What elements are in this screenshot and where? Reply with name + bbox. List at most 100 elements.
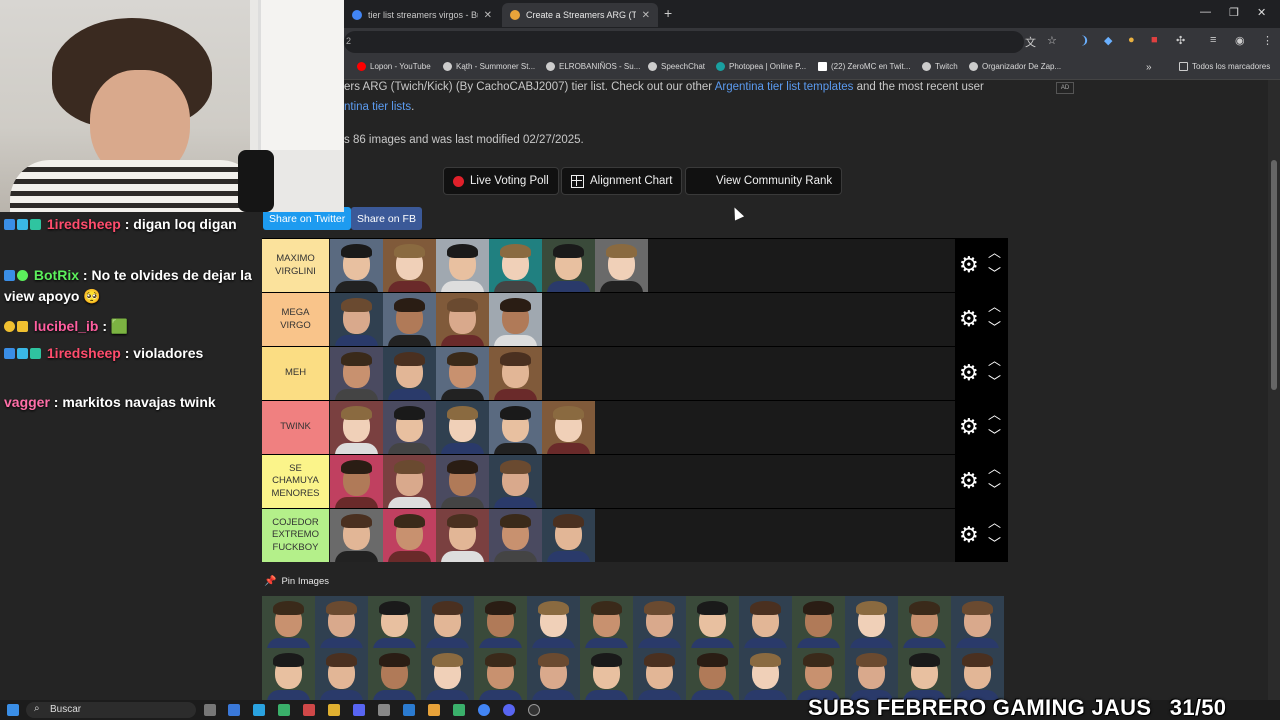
extension-icon[interactable]: ◆: [1104, 34, 1112, 47]
streamer-image[interactable]: [436, 239, 489, 292]
settings-gear-icon[interactable]: ⚙: [959, 254, 979, 276]
alignment-chart-button[interactable]: Alignment Chart: [561, 167, 683, 195]
menu-icon[interactable]: ⋮: [1262, 34, 1273, 47]
chrome-icon[interactable]: [478, 704, 490, 716]
profile-avatar-icon[interactable]: ◉: [1235, 34, 1245, 47]
app-icon[interactable]: [228, 704, 240, 716]
scrollbar-thumb[interactable]: [1271, 160, 1277, 390]
more-bookmarks-icon[interactable]: »: [1146, 62, 1152, 73]
extensions-puzzle-icon[interactable]: ✣: [1176, 34, 1185, 47]
media-icon[interactable]: ≡: [1210, 34, 1216, 46]
settings-gear-icon[interactable]: ⚙: [959, 308, 979, 330]
view-community-rank-button[interactable]: View Community Rank: [685, 167, 843, 195]
streamer-image[interactable]: [633, 648, 686, 700]
streamer-image[interactable]: [542, 401, 595, 454]
streamer-image[interactable]: [792, 596, 845, 648]
page-scrollbar[interactable]: [1268, 80, 1280, 700]
move-up-icon[interactable]: ︿: [988, 516, 1001, 529]
tier-label[interactable]: COJEDOR EXTREMO FUCKBOY: [262, 509, 329, 562]
extension-icon[interactable]: ●: [1128, 34, 1135, 46]
move-down-icon[interactable]: ﹀: [988, 321, 1001, 334]
tier-label[interactable]: MAXIMO VIRGLINI: [262, 239, 329, 292]
streamer-image[interactable]: [595, 239, 648, 292]
bookmark-star-icon[interactable]: ☆: [1047, 34, 1057, 47]
move-up-icon[interactable]: ︿: [988, 408, 1001, 421]
obs-icon[interactable]: [528, 704, 540, 716]
app-icon[interactable]: [403, 704, 415, 716]
streamer-image[interactable]: [489, 401, 542, 454]
app-icon[interactable]: [328, 704, 340, 716]
pin-images-toggle[interactable]: 📌 Pin Images: [264, 576, 329, 587]
move-up-icon[interactable]: ︿: [988, 246, 1001, 259]
streamer-image[interactable]: [580, 596, 633, 648]
streamer-image[interactable]: [739, 648, 792, 700]
streamer-image[interactable]: [686, 648, 739, 700]
app-icon[interactable]: [253, 704, 265, 716]
streamer-image[interactable]: [262, 648, 315, 700]
streamer-image[interactable]: [739, 596, 792, 648]
streamer-image[interactable]: [489, 509, 542, 562]
move-down-icon[interactable]: ﹀: [988, 429, 1001, 442]
app-icon[interactable]: [303, 704, 315, 716]
app-icon[interactable]: [453, 704, 465, 716]
bookmark-item[interactable]: (22) ZeroMC en Twit...: [818, 62, 910, 71]
move-down-icon[interactable]: ﹀: [988, 267, 1001, 280]
translate-icon[interactable]: 文: [1025, 34, 1036, 50]
streamer-image[interactable]: [315, 596, 368, 648]
address-bar[interactable]: 2: [344, 31, 1024, 53]
streamer-image[interactable]: [383, 239, 436, 292]
bookmark-item[interactable]: Photopea | Online P...: [716, 62, 806, 71]
streamer-image[interactable]: [436, 455, 489, 508]
settings-gear-icon[interactable]: ⚙: [959, 362, 979, 384]
streamer-image[interactable]: [330, 347, 383, 400]
app-icon[interactable]: [278, 704, 290, 716]
bookmark-item[interactable]: Twitch: [922, 62, 958, 71]
streamer-image[interactable]: [474, 596, 527, 648]
streamer-image[interactable]: [898, 648, 951, 700]
move-up-icon[interactable]: ︿: [988, 300, 1001, 313]
streamer-image[interactable]: [330, 293, 383, 346]
close-window-icon[interactable]: ✕: [1257, 6, 1266, 19]
streamer-image[interactable]: [489, 347, 542, 400]
streamer-image[interactable]: [542, 239, 595, 292]
tab-tier-maker[interactable]: Create a Streamers ARG (Twich/ ✕: [502, 3, 658, 27]
discord-icon[interactable]: [353, 704, 365, 716]
move-down-icon[interactable]: ﹀: [988, 375, 1001, 388]
settings-gear-icon[interactable]: ⚙: [959, 470, 979, 492]
streamer-image[interactable]: [330, 401, 383, 454]
share-facebook-button[interactable]: Share on FB: [351, 207, 422, 230]
streamer-image[interactable]: [845, 596, 898, 648]
streamer-image[interactable]: [489, 455, 542, 508]
streamer-image[interactable]: [527, 596, 580, 648]
close-tab-icon[interactable]: ✕: [642, 10, 650, 21]
streamer-image[interactable]: [330, 509, 383, 562]
all-bookmarks[interactable]: Todos los marcadores: [1179, 62, 1270, 71]
bookmark-item[interactable]: Organizador De Zap...: [969, 62, 1061, 71]
tier-label[interactable]: MEH: [262, 347, 329, 400]
close-tab-icon[interactable]: ✕: [484, 10, 492, 21]
streamer-image[interactable]: [383, 509, 436, 562]
user-tier-lists-link[interactable]: ntina tier lists: [344, 101, 411, 113]
tab-search[interactable]: tier list streamers virgos - Busca ✕: [344, 3, 500, 27]
tier-label[interactable]: SE CHAMUYA MENORES: [262, 455, 329, 508]
streamer-image[interactable]: [951, 596, 1004, 648]
app-icon[interactable]: [378, 704, 390, 716]
discord-icon[interactable]: [503, 704, 515, 716]
folder-icon[interactable]: [428, 704, 440, 716]
streamer-image[interactable]: [633, 596, 686, 648]
streamer-image[interactable]: [436, 401, 489, 454]
move-up-icon[interactable]: ︿: [988, 354, 1001, 367]
streamer-image[interactable]: [792, 648, 845, 700]
streamer-image[interactable]: [383, 347, 436, 400]
settings-gear-icon[interactable]: ⚙: [959, 524, 979, 546]
streamer-image[interactable]: [845, 648, 898, 700]
settings-gear-icon[interactable]: ⚙: [959, 416, 979, 438]
streamer-image[interactable]: [527, 648, 580, 700]
streamer-image[interactable]: [421, 648, 474, 700]
extension-icon[interactable]: ■: [1151, 34, 1158, 46]
templates-link[interactable]: Argentina tier list templates: [715, 81, 854, 93]
bookmark-item[interactable]: Kąth - Summoner St...: [443, 62, 535, 71]
streamer-image[interactable]: [330, 239, 383, 292]
streamer-image[interactable]: [474, 648, 527, 700]
tier-label[interactable]: MEGA VIRGO: [262, 293, 329, 346]
